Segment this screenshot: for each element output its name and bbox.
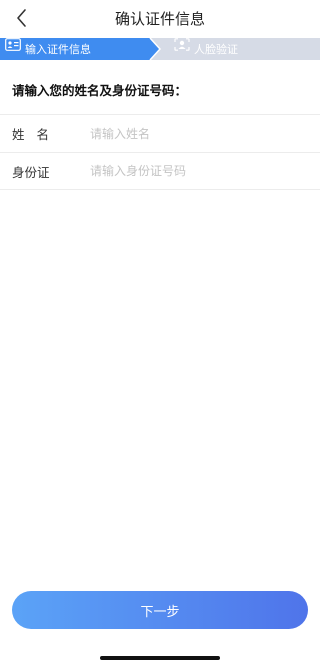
page-title: 确认证件信息 <box>114 10 205 28</box>
step-label: 人脸验证 <box>194 43 238 56</box>
step-face-verify: 人脸验证 <box>174 38 238 60</box>
id-number-label: 身份证 <box>12 164 50 180</box>
name-input[interactable] <box>90 121 308 146</box>
face-scan-icon <box>174 38 190 56</box>
page: 确认证件信息 输入证件信息 人脸验证 请输入您的姓名及身份证号码： 姓名 请输入… <box>0 0 320 669</box>
id-number-input[interactable] <box>90 159 308 183</box>
name-row: 姓名 <box>0 114 320 152</box>
home-indicator <box>100 656 220 660</box>
next-step-button[interactable]: 下一步 <box>12 591 308 629</box>
step-label: 输入证件信息 <box>25 43 91 56</box>
name-label: 姓名 <box>12 127 62 142</box>
id-number-row: 身份证 <box>0 152 320 190</box>
step-input-id: 输入证件信息 <box>5 38 91 60</box>
id-form: 姓名 身份证 <box>0 114 320 190</box>
id-card-icon <box>5 38 21 56</box>
instruction-text: 请输入您的姓名及身份证号码： <box>12 83 188 98</box>
step-progress-bar: 输入证件信息 人脸验证 <box>0 38 320 60</box>
header: 确认证件信息 <box>0 0 320 38</box>
